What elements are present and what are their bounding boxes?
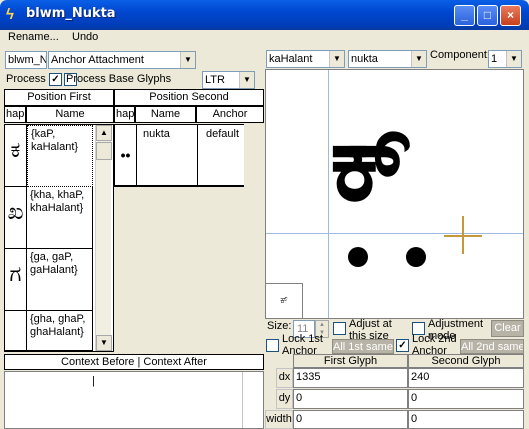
window-title: blwm_Nukta	[26, 6, 116, 21]
row-label-dx: dx	[276, 368, 293, 388]
first-name-col-header: Name	[26, 106, 114, 123]
first-list-scrollbar[interactable]: ▲ ▼	[95, 125, 112, 351]
first-glyph-value: kaHalant	[269, 53, 313, 65]
chevron-down-icon: ▼	[411, 51, 426, 67]
second-anchor-col-header: Anchor	[196, 106, 264, 123]
preview-base-glyph: ಕ್	[330, 100, 414, 225]
position-first-header: Position First	[4, 89, 114, 106]
lookup-type-value: Anchor Attachment	[51, 54, 144, 66]
scroll-down-icon[interactable]: ▼	[96, 335, 112, 351]
position-second-header: Position Second	[114, 89, 264, 106]
maximize-button[interactable]: □	[477, 5, 498, 26]
dx-first-input[interactable]: 1335	[293, 368, 408, 388]
first-glyph-col-header: First Glyph	[293, 354, 408, 368]
component-value: 1	[491, 53, 498, 65]
context-text-area[interactable]: |	[4, 371, 264, 429]
chevron-down-icon: ▼	[329, 51, 344, 67]
context-text: |	[92, 375, 95, 387]
menu-undo[interactable]: Undo	[72, 30, 98, 46]
app-icon: ϟ	[6, 6, 14, 23]
context-header: Context Before | Context After	[4, 354, 264, 370]
component-label: Component:	[430, 49, 490, 61]
all-2nd-same-button[interactable]: All 2nd same	[460, 339, 524, 354]
width-second-input[interactable]: 0	[408, 410, 524, 429]
first-glyph-col-header: hap	[4, 106, 26, 123]
list-item-glyph: ಕ	[5, 125, 27, 187]
second-glyph-value: nukta	[351, 53, 378, 65]
process-base-glyphs-label: Process Base Glyphs	[66, 73, 196, 86]
first-glyph-select[interactable]: kaHalant ▼	[266, 50, 345, 68]
dx-second-input[interactable]: 240	[408, 368, 524, 388]
vertical-guide-line	[328, 70, 329, 318]
lock-1st-anchor-checkbox[interactable]	[266, 339, 279, 352]
title-bar[interactable]: ϟ blwm_Nukta _ □ ×	[0, 0, 529, 30]
dy-second-input[interactable]: 0	[408, 389, 524, 409]
scroll-up-icon[interactable]: ▲	[96, 125, 112, 141]
size-label: Size:	[267, 320, 292, 332]
position-second-list[interactable]: •• nukta default	[114, 124, 244, 187]
dy-first-input[interactable]: 0	[293, 389, 408, 409]
process-checkbox[interactable]: ✓	[49, 73, 62, 86]
list-item-name[interactable]: nukta	[137, 125, 198, 186]
list-item-glyph	[5, 311, 27, 351]
list-item-name[interactable]: {kaP, kaHalant}	[27, 125, 93, 187]
glyph-preview-canvas[interactable]: ಕ್	[265, 69, 524, 319]
list-item-name[interactable]: {kha, khaP, khaHalant}	[27, 187, 93, 249]
menu-bar: Rename... Undo	[0, 30, 529, 46]
second-glyph-col-header: Second Glyph	[408, 354, 524, 368]
chevron-down-icon: ▼	[180, 52, 195, 68]
lookup-type-select[interactable]: Anchor Attachment ▼	[48, 51, 196, 69]
second-glyph-select[interactable]: nukta ▼	[348, 50, 427, 68]
second-name-col-header: Name	[135, 106, 196, 123]
position-first-list[interactable]: ಕ {kaP, kaHalant} ಖ {kha, khaP, khaHalan…	[4, 124, 114, 352]
process-label: Process	[6, 73, 46, 85]
list-item-glyph: ••	[115, 125, 137, 186]
menu-rename[interactable]: Rename...	[8, 30, 59, 46]
lookup-name-field[interactable]: blwm_N	[5, 51, 47, 69]
direction-value: LTR	[205, 74, 225, 86]
list-item-anchor[interactable]: default	[198, 125, 244, 186]
close-button[interactable]: ×	[500, 5, 521, 26]
nukta-dot-left	[348, 247, 368, 267]
clear-button[interactable]: Clear	[491, 320, 524, 337]
width-first-input[interactable]: 0	[293, 410, 408, 429]
process-base-glyphs-text: Process Base Glyphs	[66, 73, 172, 85]
chevron-down-icon: ▼	[239, 72, 254, 88]
row-label-dy: dy	[276, 389, 293, 409]
list-item-glyph: ಖ	[5, 187, 27, 249]
nukta-dot-right	[406, 247, 426, 267]
adjust-size-checkbox[interactable]	[333, 322, 346, 335]
list-item-glyph: ಗ	[5, 249, 27, 311]
list-item-name[interactable]: {gha, ghaP, ghaHalant}	[27, 311, 93, 351]
row-label-width: width	[265, 410, 293, 429]
anchor-crosshair-v[interactable]	[462, 216, 464, 254]
minimize-button[interactable]: _	[454, 5, 475, 26]
second-glyph-col-header: hap	[114, 106, 135, 123]
direction-select[interactable]: LTR ▼	[202, 71, 255, 89]
component-select[interactable]: 1 ▼	[488, 50, 522, 68]
chevron-down-icon: ▼	[506, 51, 521, 67]
all-1st-same-button[interactable]: All 1st same	[332, 339, 394, 354]
context-scroll-area[interactable]	[242, 372, 263, 428]
list-item-name[interactable]: {ga, gaP, gaHalant}	[27, 249, 93, 311]
scroll-thumb[interactable]	[96, 142, 112, 160]
glyph-thumbnail: ಕ್	[265, 283, 303, 319]
lock-2nd-anchor-checkbox[interactable]: ✓	[396, 339, 409, 352]
